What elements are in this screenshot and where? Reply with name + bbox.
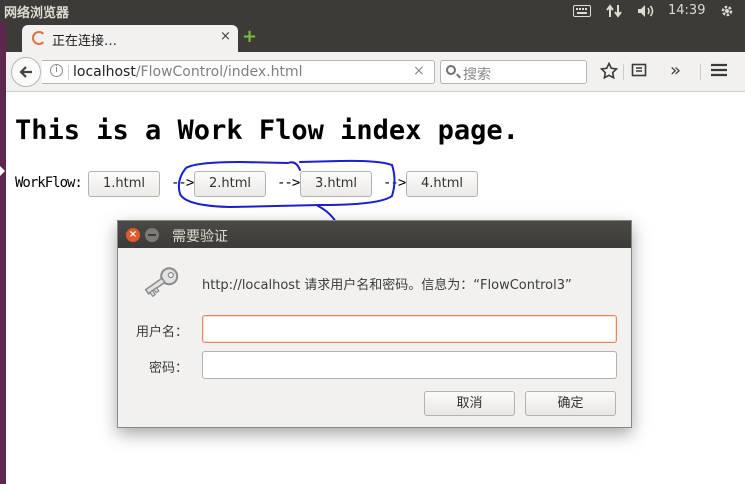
navigation-bar: i localhost/FlowControl/index.html × 搜索 … (6, 52, 745, 92)
network-transfer-icon[interactable] (604, 0, 624, 22)
system-top-panel: 网络浏览器 14:39 (0, 0, 745, 22)
step-1-button[interactable]: 1.html (88, 171, 160, 197)
search-bar[interactable]: 搜索 (440, 60, 587, 84)
site-info-icon[interactable]: i (50, 64, 63, 77)
tab-current[interactable]: 正在连接… × (22, 25, 238, 52)
dialog-message: http://localhost 请求用户名和密码。信息为：“FlowContr… (202, 278, 572, 293)
dialog-minimize-icon[interactable] (145, 228, 159, 242)
workflow-arrow: --> (171, 175, 194, 191)
url-divider (68, 65, 69, 80)
volume-icon[interactable] (635, 0, 659, 22)
keyboard-icon[interactable] (571, 0, 593, 22)
app-title: 网络浏览器 (4, 6, 70, 21)
page-title: This is a Work Flow index page. (15, 115, 519, 146)
toolbar-separator (623, 64, 624, 80)
workflow-arrow: --> (277, 175, 300, 191)
password-input[interactable] (202, 351, 617, 379)
step-4-button[interactable]: 4.html (406, 171, 478, 197)
key-icon (144, 267, 179, 298)
reading-list-icon[interactable] (631, 62, 647, 83)
back-button[interactable] (11, 57, 41, 87)
username-label: 用户名： (135, 325, 188, 340)
bookmark-star-icon[interactable] (599, 61, 619, 85)
step-2-button[interactable]: 2.html (194, 171, 266, 197)
new-tab-icon[interactable]: + (242, 28, 257, 46)
ok-button[interactable]: 确定 (525, 391, 616, 416)
back-arrow-icon (19, 66, 32, 78)
step-3-button[interactable]: 3.html (300, 171, 372, 197)
tab-strip: 正在连接… × + (6, 22, 745, 52)
url-path: /FlowControl/index.html (135, 64, 303, 80)
workflow-arrow: --> (383, 175, 406, 191)
auth-dialog: × 需要验证 http://localhost 请求用户名和密码。信息为：“Fl… (117, 220, 632, 428)
search-icon (446, 65, 456, 75)
overflow-chevron-icon[interactable]: » (670, 61, 681, 81)
dialog-title: 需要验证 (172, 229, 228, 245)
search-placeholder: 搜索 (463, 67, 491, 83)
clock[interactable]: 14:39 (668, 3, 705, 18)
password-label: 密码： (148, 361, 188, 376)
dialog-titlebar: × 需要验证 (118, 221, 631, 248)
launcher-indicator-icon (0, 166, 5, 176)
username-input[interactable] (202, 315, 617, 343)
dialog-close-icon[interactable]: × (126, 228, 140, 242)
hamburger-menu-icon[interactable] (711, 62, 727, 82)
workflow-label: WorkFlow: (15, 175, 83, 191)
cancel-button[interactable]: 取消 (424, 391, 515, 416)
loading-spinner-icon (32, 31, 46, 45)
url-clear-icon[interactable]: × (413, 63, 425, 79)
url-text[interactable]: localhost/FlowControl/index.html (73, 64, 302, 80)
tab-title: 正在连接… (52, 34, 118, 49)
toolbar-separator (700, 64, 701, 80)
settings-gear-icon[interactable] (717, 0, 737, 22)
tab-close-icon[interactable]: × (220, 29, 231, 44)
url-bar[interactable]: i localhost/FlowControl/index.html × (42, 60, 435, 84)
url-host: localhost (73, 64, 136, 80)
